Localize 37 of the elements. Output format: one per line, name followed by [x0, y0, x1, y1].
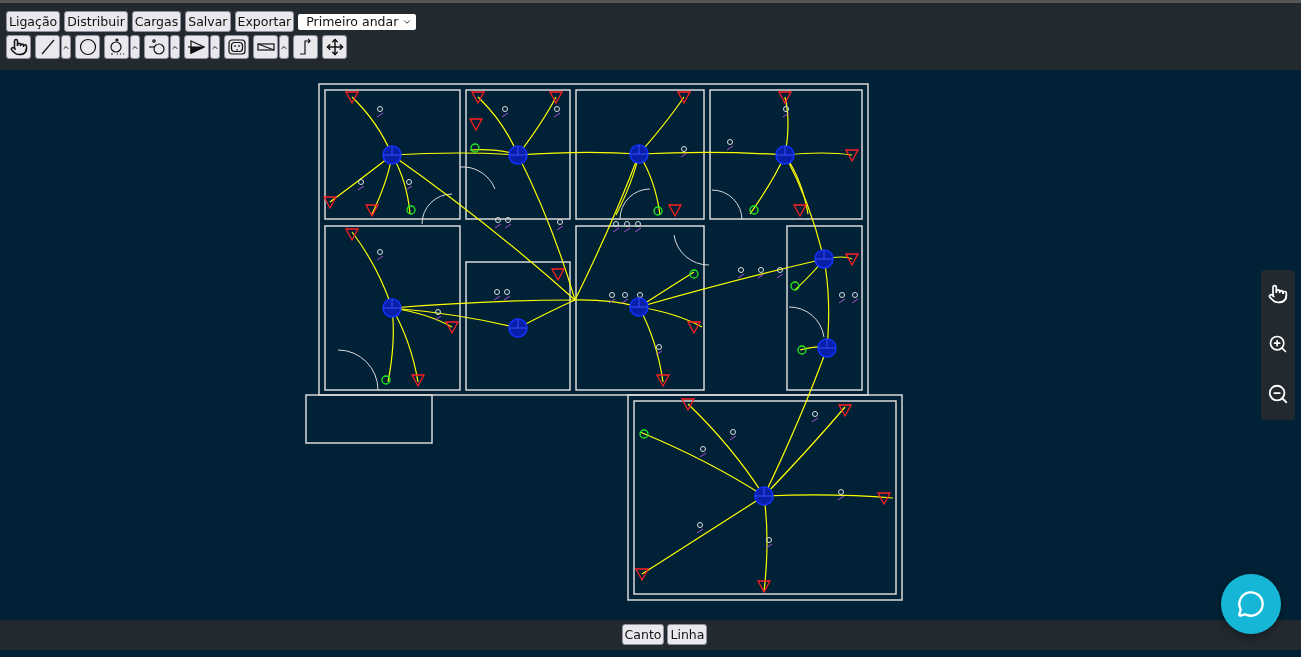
tool-button[interactable]	[144, 35, 169, 59]
tool-menu-button[interactable]	[279, 35, 289, 59]
light-point-icon	[107, 38, 126, 56]
toolbar-button[interactable]: Cargas	[131, 11, 182, 32]
toolbar-button[interactable]: Exportar	[234, 11, 295, 32]
toolbar-button[interactable]: Ligação	[6, 11, 61, 32]
zoom-in-icon	[1268, 333, 1288, 354]
zoom-panel-button[interactable]	[1267, 383, 1289, 406]
zoom-out-icon	[1267, 383, 1289, 406]
tool-button[interactable]	[104, 35, 129, 59]
pan-hand-icon	[1268, 284, 1288, 305]
move-icon	[325, 38, 344, 56]
tool-menu-button[interactable]	[61, 35, 71, 59]
toolbar-button[interactable]: Distribuir	[64, 11, 128, 32]
status-bar-button[interactable]: Linha	[667, 624, 708, 646]
tool-menu-button[interactable]	[210, 35, 220, 59]
tool-button[interactable]	[224, 35, 249, 59]
toolbar-button[interactable]: Salvar	[185, 11, 231, 32]
tool-button[interactable]	[6, 35, 31, 59]
floor-select[interactable]: Primeiro andar	[298, 13, 417, 30]
panel-icon	[187, 38, 206, 56]
zoom-panel-button[interactable]	[1268, 284, 1288, 305]
tool-button[interactable]	[322, 35, 347, 59]
tool-button[interactable]	[75, 35, 100, 59]
chat-button[interactable]	[1221, 574, 1281, 634]
zoom-panel-button[interactable]	[1268, 333, 1288, 354]
switch-icon	[147, 38, 166, 56]
tool-menu-button[interactable]	[130, 35, 140, 59]
circle-icon	[78, 38, 97, 56]
pointer-hand-icon	[9, 38, 28, 56]
status-bar-button[interactable]: Canto	[621, 624, 665, 646]
tool-button[interactable]	[184, 35, 209, 59]
chat-bubble-icon	[1237, 590, 1265, 618]
outlet-icon	[227, 38, 246, 56]
tool-menu-button[interactable]	[170, 35, 180, 59]
tool-button[interactable]	[253, 35, 278, 59]
tool-button[interactable]	[35, 35, 60, 59]
